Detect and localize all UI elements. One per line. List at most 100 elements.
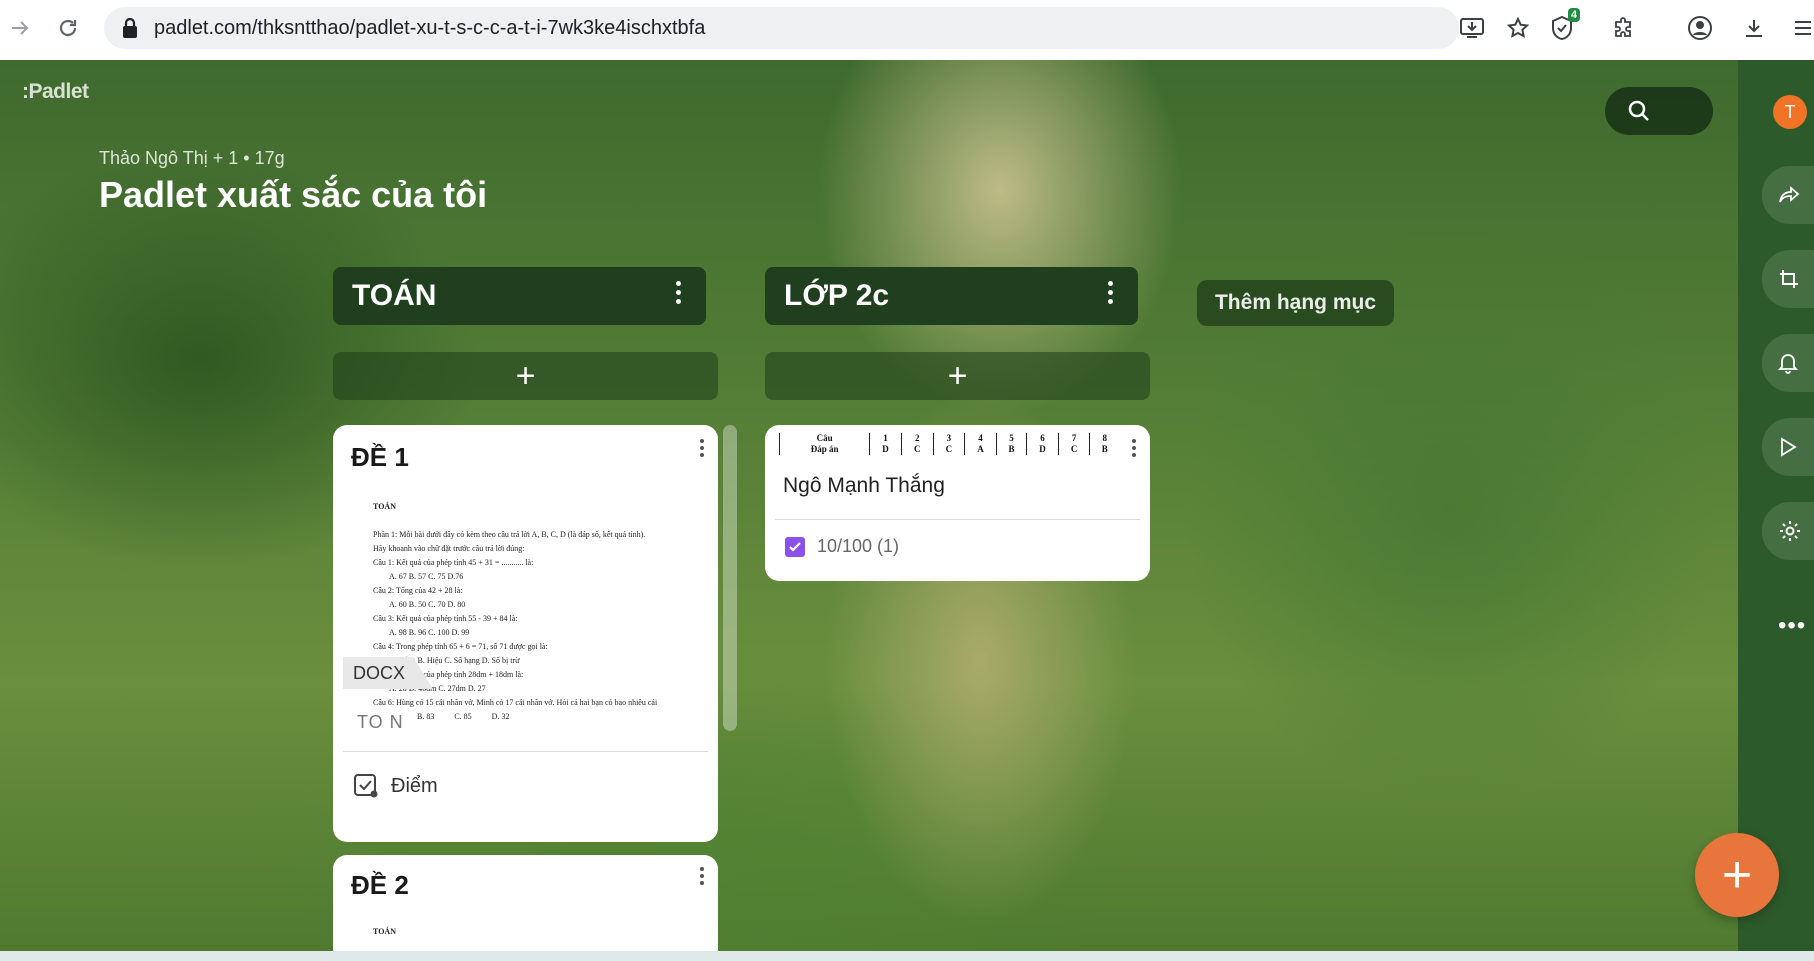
profile-icon[interactable] — [1682, 10, 1718, 46]
remake-icon — [1780, 270, 1798, 288]
play-icon — [1781, 437, 1797, 457]
plus-icon: + — [515, 356, 536, 395]
plus-icon: + — [947, 356, 968, 395]
column-scrollbar[interactable] — [723, 425, 737, 731]
shield-extension-icon[interactable]: 4 — [1544, 8, 1580, 46]
card-divider — [343, 751, 708, 752]
doc-line: Hãy khoanh vào chữ đặt trước câu trả lời… — [373, 544, 525, 553]
post-menu-icon[interactable] — [1132, 439, 1138, 457]
post-author: Ngô Mạnh Thắng — [783, 474, 945, 497]
gear-icon — [1780, 521, 1800, 541]
bookmark-star-icon[interactable] — [1500, 10, 1536, 46]
add-category-button[interactable]: Thêm hạng mục — [1197, 280, 1394, 326]
doc-line: A. 98 B. 96 C. 100 D. 99 — [389, 628, 470, 637]
post-title: ĐỀ 2 — [351, 870, 409, 900]
download-icon[interactable] — [1736, 10, 1772, 46]
answer-cell: 2 — [900, 433, 934, 444]
address-bar[interactable]: padlet.com/thksntthao/padlet-xu-t-s-c-c-… — [104, 7, 1459, 49]
search-icon — [1628, 100, 1649, 121]
answer-cell: B — [1089, 444, 1119, 455]
answer-cell: D — [869, 444, 902, 455]
doc-line: Câu 4: Trong phép tính 65 + 6 = 71, số 7… — [373, 642, 548, 651]
extension-badge: 4 — [1567, 8, 1580, 22]
lock-icon[interactable] — [118, 16, 142, 40]
answer-cell: 5 — [995, 433, 1027, 444]
column-header-lop2c[interactable]: LỚP 2c — [765, 267, 1138, 325]
install-app-icon[interactable] — [1454, 10, 1490, 46]
doc-heading: TOÁN — [373, 927, 396, 936]
document-preview[interactable]: TOÁN — [373, 925, 673, 951]
answer-cell: 8 — [1089, 433, 1119, 444]
column-menu-icon[interactable] — [676, 281, 682, 304]
doc-line: Câu 3: Kết quả của phép tính 55 - 39 + 8… — [373, 614, 518, 623]
post-menu-icon[interactable] — [700, 867, 706, 885]
doc-line: Câu 1: Kết quả của phép tính 45 + 31 = .… — [373, 558, 534, 567]
meta-separator: • — [243, 148, 255, 168]
post-title: ĐỀ 1 — [351, 442, 409, 472]
extensions-puzzle-icon[interactable] — [1606, 10, 1642, 46]
window-bottom-edge — [0, 951, 1814, 961]
forward-icon[interactable] — [0, 8, 40, 48]
padlet-board: :Padlet Thảo Ngô Thị + 1 • 17g Padlet xu… — [0, 60, 1738, 951]
column-menu-icon[interactable] — [1108, 281, 1114, 304]
post-card-de2[interactable]: ĐỀ 2 TOÁN — [333, 855, 718, 951]
checked-icon — [785, 536, 805, 557]
score-text: 10/100 (1) — [817, 536, 900, 556]
answer-cell: 6 — [1026, 433, 1059, 444]
doc-heading: TOÁN — [373, 502, 396, 511]
board-time: 17g — [254, 148, 285, 168]
settings-button[interactable] — [1762, 502, 1814, 560]
grade-score[interactable]: 10/100 (1) — [785, 536, 899, 557]
answer-cell: B — [995, 444, 1027, 455]
answer-cell: A — [964, 444, 997, 455]
doc-line: Phần 1: Mỗi bài dưới đây có kèm theo câu… — [373, 530, 646, 539]
answer-cell: D — [1026, 444, 1059, 455]
menu-icon[interactable] — [1784, 10, 1814, 46]
url-text[interactable]: padlet.com/thksntthao/padlet-xu-t-s-c-c-… — [154, 17, 705, 40]
column-title: LỚP 2c — [784, 279, 890, 312]
column-title: TOÁN — [352, 279, 437, 312]
answer-cell: Đáp án — [778, 444, 870, 455]
document-preview[interactable]: TOÁN Phần 1: Mỗi bài dưới đây có kèm the… — [373, 500, 673, 724]
doc-line: Câu 2: Tổng của 42 + 28 là: — [373, 586, 463, 595]
share-arrow-icon — [1779, 186, 1800, 203]
notifications-button[interactable] — [1762, 334, 1814, 392]
post-card-de1[interactable]: ĐỀ 1 TOÁN Phần 1: Mỗi bài dưới đây có kè… — [333, 425, 718, 842]
board-title: Padlet xuất sắc của tôi — [99, 174, 488, 215]
doc-line: B. 83 C. 85 D. 32 — [373, 712, 510, 721]
remake-button[interactable] — [1762, 250, 1814, 308]
add-post-button-toan[interactable]: + — [333, 352, 718, 400]
card-divider — [775, 519, 1140, 520]
add-post-button-lop2c[interactable]: + — [765, 352, 1150, 400]
board-author[interactable]: Thảo Ngô Thị + 1 — [99, 148, 238, 168]
answer-cell: 3 — [932, 433, 965, 444]
post-menu-icon[interactable] — [700, 439, 706, 457]
grade-check-icon — [354, 774, 378, 798]
more-options-icon[interactable]: ••• — [1778, 612, 1806, 640]
doc-line: A. 67 B. 57 C. 75 D.76 — [389, 572, 464, 581]
slideshow-button[interactable] — [1762, 418, 1814, 476]
share-button[interactable] — [1762, 166, 1814, 224]
post-subtitle: TO N — [357, 712, 404, 732]
user-avatar[interactable]: T — [1773, 95, 1807, 129]
doc-line: Câu 6: Hùng có 15 cái nhãn vở, Minh có 1… — [373, 698, 658, 707]
grade-button[interactable]: Điểm — [353, 773, 438, 799]
padlet-logo[interactable]: :Padlet — [22, 80, 89, 104]
right-toolbar: T ••• — [1738, 60, 1814, 951]
search-button[interactable] — [1605, 87, 1713, 135]
answer-cell: C — [1057, 444, 1090, 455]
answer-cell: Câu — [778, 433, 870, 444]
bell-icon — [1778, 354, 1798, 374]
answer-cell: 7 — [1057, 433, 1090, 444]
reload-icon[interactable] — [48, 8, 88, 48]
add-post-fab[interactable]: + — [1695, 833, 1779, 917]
answer-cell: 4 — [964, 433, 997, 444]
answer-table-preview: Câu 1 2 3 4 5 6 7 8 Đáp án D C C A B D C… — [778, 433, 1119, 459]
answer-cell: C — [932, 444, 965, 455]
post-card-ngo-manh-thang[interactable]: Câu 1 2 3 4 5 6 7 8 Đáp án D C C A B D C… — [765, 425, 1150, 581]
column-header-toan[interactable]: TOÁN — [333, 267, 706, 325]
board-meta: Thảo Ngô Thị + 1 • 17g — [99, 148, 285, 169]
plus-icon: + — [1721, 846, 1753, 904]
doc-line: A. 60 B. 50 C. 70 D. 80 — [389, 600, 466, 609]
grade-label: Điểm — [391, 774, 438, 797]
